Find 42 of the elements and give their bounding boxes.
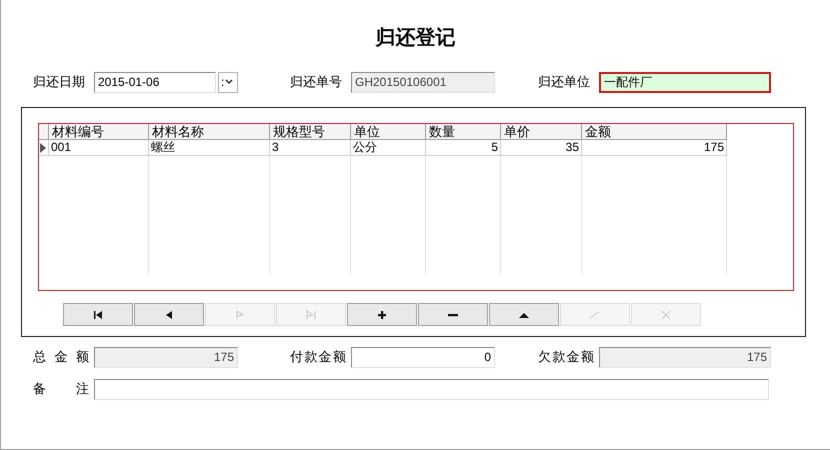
field-label: 归还日期 bbox=[33, 73, 86, 92]
table-cell: 175 bbox=[582, 140, 727, 156]
check-icon bbox=[589, 310, 601, 320]
total-label: 总 金 额 bbox=[33, 348, 89, 366]
table-cell: 公分 bbox=[351, 140, 426, 156]
table-cell: 螺丝 bbox=[149, 140, 270, 156]
table-cell: 001 bbox=[49, 140, 149, 156]
amount-field[interactable]: 175 bbox=[94, 346, 238, 368]
first-record-icon bbox=[92, 310, 104, 320]
column-header[interactable]: 材料名称 bbox=[149, 124, 270, 140]
field-label: 归还单位 bbox=[538, 73, 591, 92]
column-header[interactable]: 材料编号 bbox=[49, 124, 149, 140]
close-icon bbox=[660, 310, 672, 320]
column-header[interactable]: 单价 bbox=[501, 124, 582, 140]
next-record-icon bbox=[234, 310, 246, 320]
amount-field[interactable]: 0 bbox=[351, 346, 495, 368]
text-field[interactable]: GH20150106001 bbox=[351, 72, 495, 92]
chevron-down-icon bbox=[225, 79, 234, 85]
remarks-label: 备 注 bbox=[33, 380, 89, 398]
text-field[interactable]: 一配件厂 bbox=[599, 72, 771, 92]
table-cell: 35 bbox=[501, 140, 582, 156]
column-header[interactable]: 单位 bbox=[351, 124, 426, 140]
edit-button[interactable] bbox=[489, 303, 559, 326]
column-header[interactable]: 规格型号 bbox=[270, 124, 351, 140]
delete-button[interactable] bbox=[418, 303, 488, 326]
column-header[interactable]: 数量 bbox=[426, 124, 501, 140]
total-label: 欠款金额 bbox=[538, 348, 594, 366]
last-record-icon bbox=[305, 310, 317, 320]
column-header[interactable]: 金额 bbox=[582, 124, 727, 140]
grid-corner bbox=[39, 124, 49, 140]
amount-field[interactable]: 175 bbox=[599, 346, 771, 368]
table-cell: 3 bbox=[270, 140, 351, 156]
add-button[interactable] bbox=[347, 303, 417, 326]
first-button[interactable] bbox=[63, 303, 133, 326]
total-label: 付款金额 bbox=[290, 348, 346, 366]
remarks-field[interactable] bbox=[94, 378, 769, 400]
plus-icon bbox=[376, 310, 388, 320]
date-field[interactable]: 2015-01-06 bbox=[94, 72, 216, 92]
form-title: 归还登记 bbox=[376, 26, 456, 50]
date-dropdown-button[interactable]: : bbox=[218, 72, 238, 92]
field-label: 归还单号 bbox=[290, 73, 343, 92]
table-cell: 5 bbox=[426, 140, 501, 156]
